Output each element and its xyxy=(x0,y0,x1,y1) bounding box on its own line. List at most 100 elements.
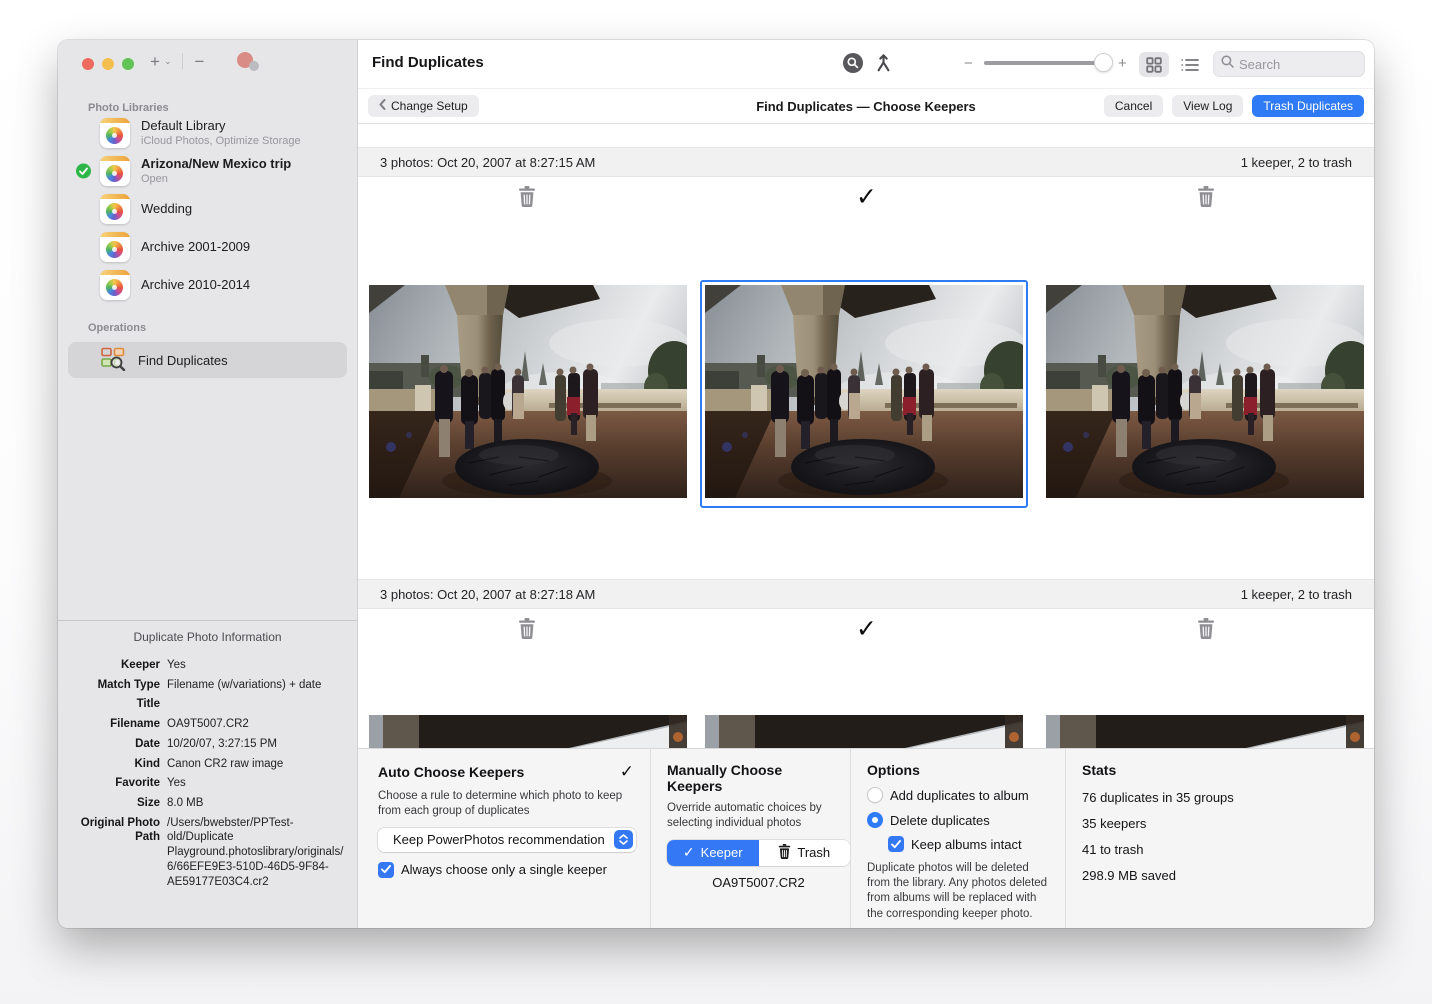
keeper-rule-dropdown[interactable]: Keep PowerPhotos recommendation xyxy=(378,828,636,852)
info-value: Filename (w/variations) + date xyxy=(167,678,345,693)
group-title: 3 photos: Oct 20, 2007 at 8:27:18 AM xyxy=(380,587,595,602)
manually-choose-keepers-section: Manually Choose Keepers Override automat… xyxy=(650,749,850,928)
search-icon xyxy=(1221,55,1234,73)
library-name: Wedding xyxy=(141,201,192,217)
trash-icon[interactable] xyxy=(1197,186,1215,207)
add-duplicates-radio[interactable] xyxy=(867,787,883,803)
keeper-segment-button[interactable]: ✓ Keeper xyxy=(667,840,759,866)
zoom-out-label[interactable]: − xyxy=(964,55,973,72)
trash-icon[interactable] xyxy=(518,618,536,639)
change-setup-button[interactable]: Change Setup xyxy=(368,95,479,117)
sidebar-item-default-library[interactable]: Default Library iCloud Photos, Optimize … xyxy=(58,114,357,152)
stat-line: 76 duplicates in 35 groups xyxy=(1082,790,1360,805)
info-label: Title xyxy=(66,697,160,712)
view-log-button[interactable]: View Log xyxy=(1172,95,1243,117)
trash-duplicates-button[interactable]: Trash Duplicates xyxy=(1252,95,1364,117)
photos-library-icon xyxy=(100,232,130,262)
stat-line: 35 keepers xyxy=(1082,816,1360,831)
section-operations: Operations xyxy=(58,322,357,334)
thumbnail-size-slider[interactable] xyxy=(984,61,1111,65)
duplicate-photo-info-panel: Duplicate Photo Information Keeper Yes M… xyxy=(58,620,357,928)
info-label: Date xyxy=(66,737,160,752)
find-duplicates-icon xyxy=(100,345,126,376)
sidebar-item-find-duplicates[interactable]: Find Duplicates xyxy=(68,342,347,378)
trash-icon[interactable] xyxy=(1197,618,1215,639)
search-input[interactable] xyxy=(1239,57,1349,72)
info-panel-title: Duplicate Photo Information xyxy=(58,630,357,644)
info-value: Canon CR2 raw image xyxy=(167,757,345,772)
info-label: Favorite xyxy=(66,776,160,791)
single-keeper-checkbox[interactable] xyxy=(378,862,394,878)
info-label: Match Type xyxy=(66,678,160,693)
toolbar-divider xyxy=(182,53,183,69)
window-controls xyxy=(82,58,134,70)
zoom-window-button[interactable] xyxy=(122,58,134,70)
info-label: Filename xyxy=(66,717,160,732)
section-photo-libraries: Photo Libraries xyxy=(58,102,357,114)
window-title: Find Duplicates xyxy=(372,54,484,71)
trash-icon xyxy=(778,844,791,862)
library-subtitle: iCloud Photos, Optimize Storage xyxy=(141,135,301,148)
photo-thumbnail[interactable] xyxy=(369,715,687,748)
action-bar: Change Setup Find Duplicates — Choose Ke… xyxy=(358,88,1374,124)
checkmark-icon: ✓ xyxy=(620,762,634,782)
photos-library-icon xyxy=(100,118,130,148)
keeper-check-icon[interactable]: ✓ xyxy=(856,616,877,641)
info-value: Yes xyxy=(167,776,345,791)
merge-icon[interactable] xyxy=(875,53,892,73)
group-title: 3 photos: Oct 20, 2007 at 8:27:15 AM xyxy=(380,155,595,170)
options-title: Options xyxy=(867,762,920,778)
delete-duplicates-radio[interactable] xyxy=(867,812,883,828)
library-name: Default Library xyxy=(141,118,301,134)
main-area: Find Duplicates − + xyxy=(358,40,1374,928)
add-library-button[interactable]: + xyxy=(150,53,160,70)
add-duplicates-label: Add duplicates to album xyxy=(890,788,1029,803)
photo-thumbnail-selected[interactable] xyxy=(705,285,1023,498)
chevron-down-icon[interactable]: ⌄ xyxy=(164,56,172,67)
list-view-button[interactable] xyxy=(1176,52,1204,77)
cancel-button[interactable]: Cancel xyxy=(1104,95,1163,117)
sidebar: + ⌄ − Photo Libraries Default Library iC… xyxy=(58,40,358,928)
photo-thumbnail[interactable] xyxy=(369,285,687,498)
info-value xyxy=(167,697,345,712)
photo-thumbnail[interactable] xyxy=(1046,715,1364,748)
options-section: Options Add duplicates to album Delete d… xyxy=(850,749,1065,928)
toolbar: Find Duplicates − + xyxy=(358,40,1374,88)
keeper-check-icon[interactable]: ✓ xyxy=(856,184,877,209)
stats-section: Stats 76 duplicates in 35 groups 35 keep… xyxy=(1065,749,1374,928)
info-label: Size xyxy=(66,796,160,811)
auto-choose-description: Choose a rule to determine which photo t… xyxy=(378,789,636,819)
info-label: Kind xyxy=(66,757,160,772)
info-value: 10/20/07, 3:27:15 PM xyxy=(167,737,345,752)
merge-libraries-icon[interactable] xyxy=(237,51,259,71)
group-summary: 1 keeper, 2 to trash xyxy=(1241,155,1352,170)
check-icon: ✓ xyxy=(683,845,695,861)
info-label: Keeper xyxy=(66,658,160,673)
grid-view-button[interactable] xyxy=(1139,52,1169,77)
trash-icon[interactable] xyxy=(518,186,536,207)
keep-albums-checkbox[interactable] xyxy=(888,836,904,852)
slider-thumb[interactable] xyxy=(1094,53,1113,72)
selected-photo-frame xyxy=(700,280,1028,508)
library-name: Archive 2001-2009 xyxy=(141,239,250,255)
options-panel: Auto Choose Keepers ✓ Choose a rule to d… xyxy=(358,748,1374,928)
collapse-button[interactable]: − xyxy=(194,53,204,70)
sidebar-item-archive-2001-2009[interactable]: Archive 2001-2009 xyxy=(58,228,357,266)
minimize-window-button[interactable] xyxy=(102,58,114,70)
change-setup-label: Change Setup xyxy=(391,99,468,113)
close-window-button[interactable] xyxy=(82,58,94,70)
photo-thumbnail[interactable] xyxy=(705,715,1023,748)
sidebar-item-archive-2010-2014[interactable]: Archive 2010-2014 xyxy=(58,266,357,304)
photo-thumbnail[interactable] xyxy=(1046,285,1364,498)
sidebar-item-arizona-trip[interactable]: Arizona/New Mexico trip Open xyxy=(58,152,357,190)
sidebar-item-wedding[interactable]: Wedding xyxy=(58,190,357,228)
app-window: + ⌄ − Photo Libraries Default Library iC… xyxy=(58,40,1374,928)
info-label: Original Photo Path xyxy=(66,816,160,890)
stats-title: Stats xyxy=(1082,762,1116,778)
auto-choose-keepers-section: Auto Choose Keepers ✓ Choose a rule to d… xyxy=(358,749,650,928)
single-keeper-label: Always choose only a single keeper xyxy=(401,862,607,877)
search-circle-icon[interactable] xyxy=(843,53,863,73)
zoom-in-label[interactable]: + xyxy=(1118,55,1127,72)
library-name: Arizona/New Mexico trip xyxy=(141,156,291,172)
trash-segment-button[interactable]: Trash xyxy=(759,840,851,866)
